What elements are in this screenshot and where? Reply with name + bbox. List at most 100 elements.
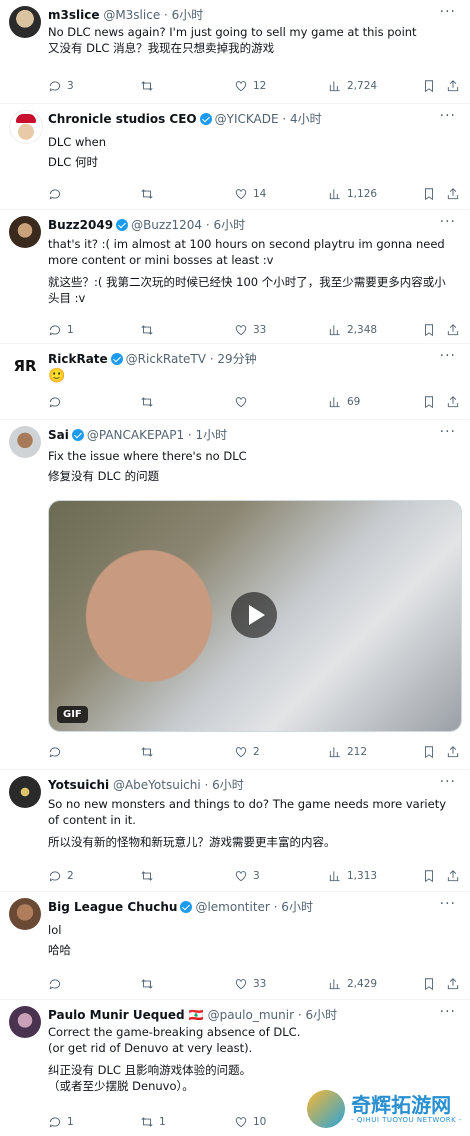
like-button[interactable]: 12 (234, 78, 266, 94)
author-handle[interactable]: @M3slice (103, 8, 160, 22)
tweet-text-translation: DLC 何时 (48, 155, 98, 169)
author-handle[interactable]: @paulo_munir · 6小时 (208, 1008, 338, 1022)
views-button[interactable]: 69 (328, 394, 360, 410)
reply-button[interactable] (48, 976, 67, 992)
timestamp[interactable]: · 6小时 (164, 8, 203, 22)
reply-button[interactable]: 1 (48, 322, 74, 338)
bookmark-button[interactable] (422, 186, 436, 202)
author-handle[interactable]: @YICKADE · 4小时 (215, 112, 322, 126)
share-button[interactable] (446, 394, 460, 410)
bookmark-icon (425, 80, 433, 93)
avatar[interactable] (9, 6, 41, 38)
retweet-button[interactable] (140, 78, 159, 94)
tweet[interactable]: Sai @PANCAKEPAP1 · 1小时 ··· Fix the issue … (0, 420, 470, 770)
share-icon (447, 978, 459, 990)
author-name[interactable]: m3slice (48, 8, 99, 22)
more-options-icon[interactable]: ··· (440, 214, 456, 230)
tweet[interactable]: Yotsuichi @AbeYotsuichi · 6小时 ··· So no … (0, 770, 470, 892)
tweet-text: Fix the issue where there's no DLC (48, 449, 247, 463)
avatar[interactable] (9, 898, 41, 930)
reply-button[interactable]: 2 (48, 868, 74, 884)
bookmark-button[interactable] (422, 78, 436, 94)
tweet-text-translation: 所以没有新的怪物和新玩意儿？游戏需要更丰富的内容。 (48, 835, 336, 849)
avatar[interactable]: ЯR (9, 350, 41, 382)
verified-badge-icon (116, 219, 129, 231)
reply-button[interactable] (48, 744, 67, 760)
author-name[interactable]: Sai (48, 428, 69, 442)
views-button[interactable]: 2,724 (328, 78, 377, 94)
avatar[interactable] (9, 426, 41, 458)
more-options-icon[interactable]: ··· (440, 4, 456, 20)
author-name[interactable]: Yotsuichi (48, 778, 109, 792)
share-button[interactable] (446, 868, 460, 884)
avatar[interactable] (9, 776, 41, 808)
verified-badge-icon (71, 429, 84, 441)
retweet-icon (141, 871, 153, 881)
views-button[interactable]: 2,429 (328, 976, 377, 992)
bookmark-button[interactable] (422, 976, 436, 992)
like-button[interactable]: 10 (234, 1114, 266, 1130)
bookmark-button[interactable] (422, 868, 436, 884)
tweet[interactable]: Paulo Munir Uequed 🇱🇧 @paulo_munir · 6小时… (0, 1000, 470, 1136)
retweet-button[interactable] (140, 744, 159, 760)
author-name[interactable]: Paulo Munir Uequed 🇱🇧 (48, 1008, 204, 1022)
share-button[interactable] (446, 322, 460, 338)
play-icon[interactable] (231, 592, 277, 638)
author-handle[interactable]: @lemontiter · 6小时 (195, 900, 313, 914)
views-button[interactable]: 1,313 (328, 868, 377, 884)
verified-badge-icon (110, 353, 123, 365)
like-button[interactable]: 33 (234, 976, 266, 992)
tweet[interactable]: Chronicle studios CEO @YICKADE · 4小时 ··· … (0, 104, 470, 210)
bar-chart-icon (329, 325, 340, 336)
share-button[interactable] (446, 744, 460, 760)
author-name[interactable]: Chronicle studios CEO (48, 112, 197, 126)
tweet[interactable]: ЯR RickRate @RickRateTV · 29分钟 ··· 🙂 69 (0, 344, 470, 420)
author-handle[interactable]: @AbeYotsuichi · 6小时 (113, 778, 244, 792)
tweet[interactable]: Buzz2049 @Buzz1204 · 6小时 ··· that's it? :… (0, 210, 470, 344)
views-button[interactable]: 212 (328, 744, 367, 760)
retweet-button[interactable] (140, 394, 159, 410)
views-button[interactable]: 1,126 (328, 186, 377, 202)
retweet-button[interactable] (140, 976, 159, 992)
like-button[interactable]: 33 (234, 322, 266, 338)
retweet-button[interactable] (140, 868, 159, 884)
more-options-icon[interactable]: ··· (440, 108, 456, 124)
more-options-icon[interactable]: ··· (440, 1004, 456, 1020)
reply-button[interactable]: 1 (48, 1114, 74, 1130)
share-button[interactable] (446, 186, 460, 202)
like-button[interactable]: 3 (234, 868, 260, 884)
more-options-icon[interactable]: ··· (440, 896, 456, 912)
avatar[interactable] (9, 216, 41, 248)
avatar[interactable] (9, 110, 43, 144)
like-button[interactable]: 2 (234, 744, 260, 760)
gif-media[interactable]: GIF (48, 500, 462, 732)
tweet[interactable]: m3slice @M3slice · 6小时 ··· No DLC news a… (0, 0, 470, 104)
like-button[interactable] (234, 394, 253, 410)
share-button[interactable] (446, 976, 460, 992)
retweet-button[interactable] (140, 322, 159, 338)
share-button[interactable] (446, 78, 460, 94)
avatar[interactable] (9, 1006, 41, 1038)
author-name[interactable]: RickRate (48, 352, 108, 366)
author-name[interactable]: Big League Chuchu (48, 900, 177, 914)
tweet-text-translation: 又没有 DLC 消息？我现在只想卖掉我的游戏 (48, 41, 275, 55)
more-options-icon[interactable]: ··· (440, 348, 456, 364)
like-button[interactable]: 14 (234, 186, 266, 202)
bookmark-button[interactable] (422, 744, 436, 760)
more-options-icon[interactable]: ··· (440, 424, 456, 440)
tweet[interactable]: Big League Chuchu @lemontiter · 6小时 ··· l… (0, 892, 470, 1000)
reply-button[interactable] (48, 186, 67, 202)
retweet-button[interactable] (140, 186, 159, 202)
bookmark-button[interactable] (422, 322, 436, 338)
retweet-button[interactable]: 1 (140, 1114, 166, 1130)
author-handle[interactable]: @Buzz1204 · 6小时 (131, 218, 245, 232)
reply-button[interactable] (48, 394, 67, 410)
more-options-icon[interactable]: ··· (440, 774, 456, 790)
retweet-icon (141, 397, 153, 407)
author-name[interactable]: Buzz2049 (48, 218, 113, 232)
reply-button[interactable]: 3 (48, 78, 74, 94)
views-button[interactable]: 2,348 (328, 322, 377, 338)
author-handle[interactable]: @PANCAKEPAP1 · 1小时 (87, 428, 227, 442)
author-handle[interactable]: @RickRateTV · 29分钟 (126, 352, 257, 366)
bookmark-button[interactable] (422, 394, 436, 410)
